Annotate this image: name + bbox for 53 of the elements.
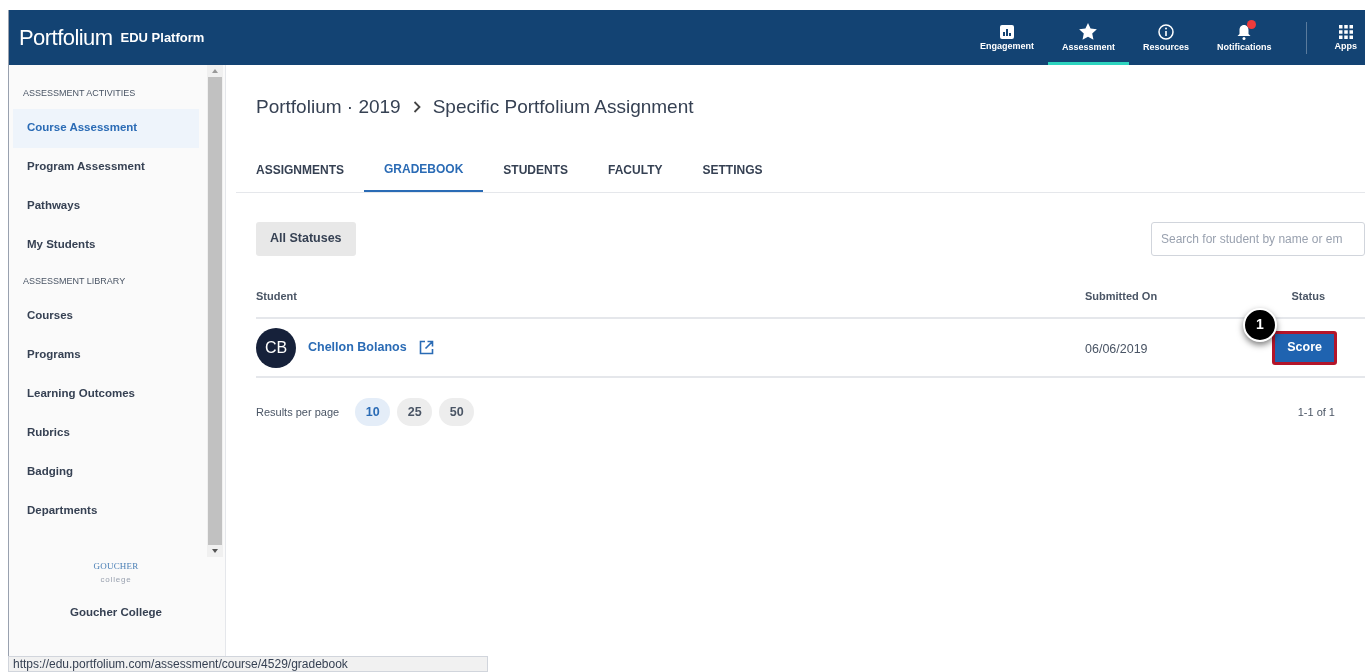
sidebar-item[interactable]: Learning Outcomes [13, 374, 199, 413]
page-size-button[interactable]: 10 [355, 398, 391, 426]
school-name: Goucher College [70, 604, 162, 620]
score-button[interactable]: Score [1272, 330, 1337, 365]
avatar: CB [256, 327, 296, 368]
table-cell: 06/06/2019 [1085, 341, 1148, 356]
bell-icon [1237, 23, 1252, 40]
tab[interactable]: ASSIGNMENTS [236, 159, 364, 192]
column-header: Submitted On [1085, 289, 1158, 302]
column-header: Student [256, 289, 297, 302]
sidebar-item[interactable]: Courses [13, 296, 199, 335]
school-logo: GOUCHER [93, 560, 139, 573]
tab[interactable]: STUDENTS [483, 159, 589, 192]
tab[interactable]: SETTINGS [682, 159, 783, 192]
sidebar-item[interactable]: Program Assessment [13, 147, 199, 187]
star-icon [1079, 23, 1098, 40]
sidebar-item[interactable]: Rubrics [13, 413, 199, 452]
nav-tab[interactable]: Assessment [1047, 10, 1129, 65]
info-icon [1157, 23, 1174, 40]
sidebar-item[interactable]: Programs [13, 335, 199, 374]
bar-chart-icon [999, 24, 1014, 39]
page-size-button[interactable]: 50 [439, 398, 475, 426]
section-heading: ASSESSMENT LIBRARY [22, 274, 127, 288]
external-link-icon[interactable] [418, 340, 434, 355]
column-header: Status [1291, 289, 1325, 302]
student-link[interactable]: Chellon Bolanos [308, 338, 407, 357]
pagination-label: Results per page [256, 404, 340, 420]
nav-tab[interactable]: Resources [1128, 10, 1203, 65]
status-bar: https://edu.portfolium.com/assessment/course/4529/gradebook [8, 656, 488, 672]
breadcrumb-link[interactable]: Portfolium · 2019 [256, 93, 401, 122]
page-size-button[interactable]: 25 [397, 398, 433, 426]
page-range: 1-1 of 1 [1297, 404, 1335, 420]
tab[interactable]: FACULTY [588, 159, 683, 192]
nav-tab[interactable]: Apps [1326, 10, 1365, 65]
page-title: Specific Portfolium Assignment [432, 95, 694, 119]
apps-grid-icon [1338, 24, 1353, 39]
chevron-icon [412, 101, 421, 114]
filter-button[interactable]: All Statuses [256, 221, 356, 256]
sidebar-item[interactable]: Departments [13, 491, 199, 530]
callout-badge: 1 [1243, 307, 1277, 342]
sidebar-item[interactable]: Pathways [13, 186, 199, 226]
nav-tab[interactable]: Notifications [1203, 10, 1286, 65]
sidebar-item[interactable]: My Students [13, 225, 199, 265]
logo-text: Portfolium [19, 24, 113, 52]
tab[interactable]: GRADEBOOK [364, 159, 484, 192]
school-logo-subtitle: college [100, 573, 132, 586]
scrollbar[interactable] [207, 65, 223, 557]
platform-label: EDU Platform [120, 28, 205, 47]
nav-tab[interactable]: Engagement [965, 10, 1048, 65]
search-field[interactable]: Search for student by name or em [1151, 221, 1365, 256]
section-heading: ASSESSMENT ACTIVITIES [22, 87, 137, 100]
sidebar-item[interactable]: Badging [13, 452, 199, 491]
sidebar-item[interactable]: Course Assessment [13, 108, 199, 148]
